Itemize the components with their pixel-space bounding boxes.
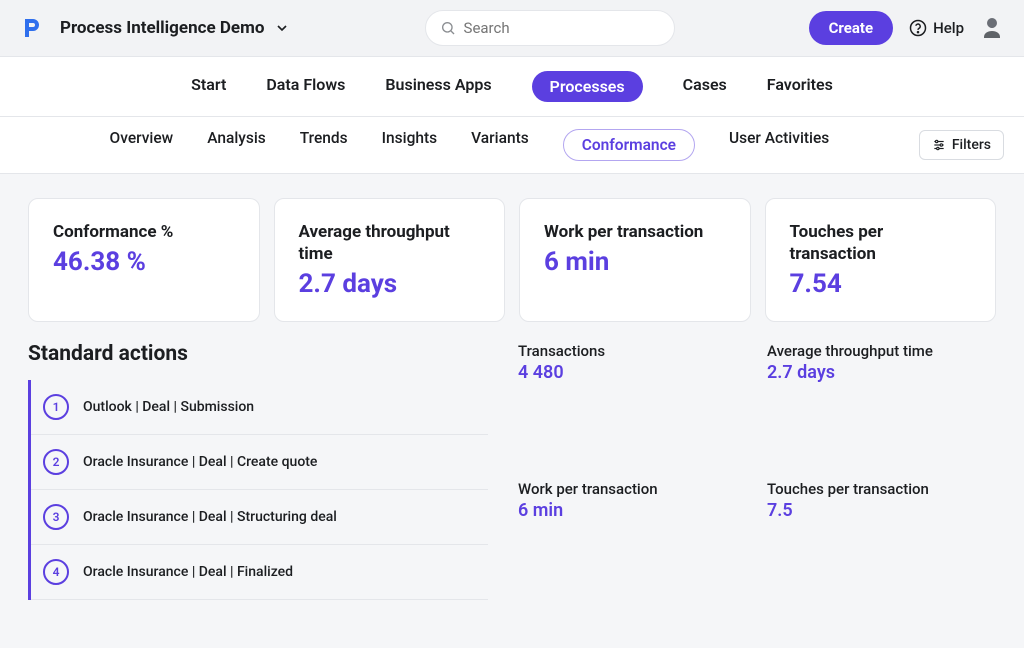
action-label: Oracle Insurance | Deal | Structuring de… [83,509,337,525]
panel-title: Standard actions [28,342,488,366]
kpi-label: Touches per transaction [790,221,972,265]
kpi-touches: Touches per transaction 7.54 [765,198,997,322]
actions-list: 1 Outlook | Deal | Submission 2 Oracle I… [28,380,488,600]
tab-trends[interactable]: Trends [300,129,348,161]
kpi-conformance: Conformance % 46.38 % [28,198,260,322]
tab-overview[interactable]: Overview [110,129,174,161]
action-label: Outlook | Deal | Submission [83,399,254,415]
stat-label: Average throughput time [767,342,996,360]
nav-cases[interactable]: Cases [683,71,727,102]
kpi-value: 2.7 days [299,269,481,299]
kpi-work: Work per transaction 6 min [519,198,751,322]
tab-conformance[interactable]: Conformance [563,129,695,161]
kpi-row: Conformance % 46.38 % Average throughput… [28,198,996,322]
action-item[interactable]: 3 Oracle Insurance | Deal | Structuring … [31,490,488,545]
stat-touches: Touches per transaction 7.5 [767,480,996,600]
tab-insights[interactable]: Insights [382,129,437,161]
filters-icon [932,138,946,152]
create-button[interactable]: Create [809,11,893,45]
search-box[interactable] [425,10,675,46]
kpi-throughput: Average throughput time 2.7 days [274,198,506,322]
kpi-label: Conformance % [53,221,235,243]
nav-start[interactable]: Start [191,71,226,102]
nav-business-apps[interactable]: Business Apps [385,71,491,102]
kpi-value: 6 min [544,247,726,277]
action-label: Oracle Insurance | Deal | Create quote [83,454,317,470]
stat-value: 6 min [518,500,747,521]
kpi-label: Average throughput time [299,221,481,265]
kpi-label: Work per transaction [544,221,726,243]
kpi-value: 7.54 [790,269,972,299]
action-number: 4 [43,559,69,585]
standard-actions-panel: Standard actions 1 Outlook | Deal | Subm… [28,342,488,600]
action-item[interactable]: 4 Oracle Insurance | Deal | Finalized [31,545,488,600]
kpi-value: 46.38 % [53,247,235,277]
avatar-icon[interactable] [980,16,1004,40]
action-item[interactable]: 1 Outlook | Deal | Submission [31,380,488,435]
action-number: 1 [43,394,69,420]
sub-nav-row: Overview Analysis Trends Insights Varian… [0,117,1024,174]
help-icon [909,19,927,37]
content-area: Conformance % 46.38 % Average throughput… [0,174,1024,624]
action-item[interactable]: 2 Oracle Insurance | Deal | Create quote [31,435,488,490]
search-input[interactable] [464,19,660,37]
nav-processes[interactable]: Processes [532,71,643,102]
stat-label: Touches per transaction [767,480,996,498]
nav-favorites[interactable]: Favorites [767,71,833,102]
workspace-selector[interactable]: Process Intelligence Demo [60,18,290,38]
bottom-row: Standard actions 1 Outlook | Deal | Subm… [28,342,996,600]
action-number: 3 [43,504,69,530]
chevron-down-icon [274,20,290,36]
filters-label: Filters [952,137,991,153]
top-bar: Process Intelligence Demo Create Help [0,0,1024,57]
stat-value: 2.7 days [767,362,996,383]
help-label: Help [933,19,964,37]
tab-analysis[interactable]: Analysis [207,129,266,161]
main-nav: Start Data Flows Business Apps Processes… [0,57,1024,117]
workspace-name: Process Intelligence Demo [60,18,264,38]
help-link[interactable]: Help [909,19,964,37]
action-label: Oracle Insurance | Deal | Finalized [83,564,293,580]
nav-data-flows[interactable]: Data Flows [266,71,345,102]
logo-icon [20,16,44,40]
stat-label: Work per transaction [518,480,747,498]
filters-button[interactable]: Filters [919,130,1004,160]
tab-user-activities[interactable]: User Activities [729,129,829,161]
stat-value: 4 480 [518,362,747,383]
stat-transactions: Transactions 4 480 [518,342,747,462]
stat-value: 7.5 [767,500,996,521]
search-icon [440,19,456,37]
tab-variants[interactable]: Variants [471,129,529,161]
action-number: 2 [43,449,69,475]
search-wrapper [306,10,792,46]
sub-nav: Overview Analysis Trends Insights Varian… [90,129,830,161]
summary-stats: Transactions 4 480 Average throughput ti… [518,342,996,600]
stat-work: Work per transaction 6 min [518,480,747,600]
stat-throughput: Average throughput time 2.7 days [767,342,996,462]
stat-label: Transactions [518,342,747,360]
